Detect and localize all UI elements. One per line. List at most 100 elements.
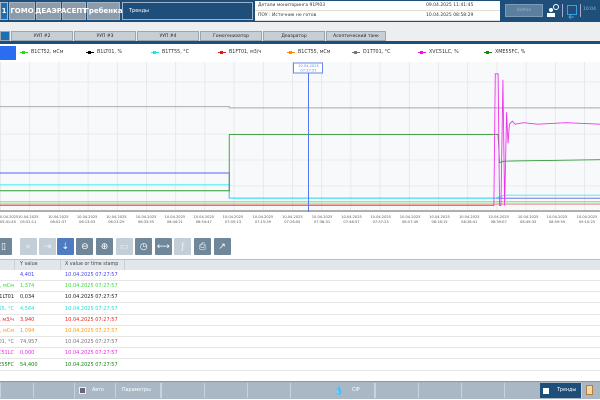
row-y-value: 0,000 bbox=[20, 350, 34, 356]
x-tick-label: 10.04.202506:23:29 bbox=[101, 215, 131, 224]
x-tick-label: 10.04.202507:36:31 bbox=[307, 215, 337, 224]
tick-time: 05:52:11 bbox=[13, 220, 43, 225]
plant-tab-1[interactable]: 1 bbox=[0, 2, 8, 20]
pause-button[interactable]: ▯ bbox=[0, 238, 12, 255]
x-tick-label: 10.04.202508:18:15 bbox=[425, 215, 455, 224]
legend-item[interactable]: B1TT55, °C bbox=[151, 50, 189, 55]
tick-time: 08:28:41 bbox=[454, 220, 484, 225]
zoom-out-button[interactable]: ⊖ bbox=[76, 238, 93, 255]
skip-end-button[interactable]: ⇥ bbox=[39, 238, 56, 255]
table-row[interactable]: D1TT01, °C74,95710.04.2025 07:27:57 bbox=[0, 337, 600, 348]
tick-time: 07:05:13 bbox=[218, 220, 248, 225]
user-button[interactable]: Admin bbox=[505, 4, 543, 17]
legend-item[interactable]: XME55FC, % bbox=[484, 50, 525, 55]
users-icon[interactable] bbox=[546, 3, 560, 18]
logout-icon[interactable] bbox=[567, 5, 577, 15]
fast-forward-button[interactable]: » bbox=[20, 238, 37, 255]
info-time: 10.04.2025 08:58:29 bbox=[426, 13, 498, 18]
auto-button[interactable]: Авто bbox=[75, 383, 116, 398]
legend-marker-icon bbox=[218, 52, 226, 53]
tab-homogenizer[interactable]: Гомогенизатор bbox=[200, 31, 262, 41]
info-row: Детали мониторинга 91PI0309.04.2025 11:4… bbox=[255, 1, 500, 11]
table-row[interactable]: B1TT55, °C4,56410.04.2025 07:27:57 bbox=[0, 304, 600, 315]
tick-time: 07:26:05 bbox=[277, 220, 307, 225]
range-button[interactable]: ⟷ bbox=[155, 238, 172, 255]
export-button[interactable]: ↗ bbox=[214, 238, 231, 255]
print-icon: ⎙ bbox=[199, 242, 206, 252]
tab-uup1[interactable] bbox=[0, 31, 10, 41]
zoom-fit-icon: ▭ bbox=[120, 242, 129, 252]
tick-time: 06:44:21 bbox=[160, 220, 190, 225]
tab-aseptic-tank[interactable]: Асептический танк bbox=[326, 31, 386, 41]
plant-tab-gomo[interactable]: ГОМО bbox=[9, 2, 35, 20]
table-row[interactable]: XME55FC, %54,40010.04.2025 07:27:57 bbox=[0, 360, 600, 371]
x-tick-label: 10.04.202508:39:07 bbox=[484, 215, 514, 224]
auto-label: Авто bbox=[92, 388, 104, 393]
row-x-value: 10.04.2025 07:27:57 bbox=[65, 272, 118, 278]
plant-tab-deaer[interactable]: ДЕАЭР bbox=[36, 2, 61, 20]
table-row[interactable]: B1LT01, %0,03410.04.2025 07:27:57 bbox=[0, 292, 600, 303]
zoom-fit-button[interactable]: ▭ bbox=[116, 238, 133, 255]
x-tick-label: 10.04.202506:54:47 bbox=[189, 215, 219, 224]
tick-time: 06:02:37 bbox=[43, 220, 73, 225]
row-name: B1TT55, °C bbox=[0, 306, 14, 312]
x-tick-label: 10.04.202507:15:39 bbox=[248, 215, 278, 224]
cip-button[interactable]: 💧CIP bbox=[330, 383, 375, 398]
bar-divider bbox=[375, 383, 376, 398]
tab-uup2[interactable]: УУП #2 bbox=[11, 31, 73, 41]
row-y-value: 3,940 bbox=[20, 317, 34, 323]
row-x-value: 10.04.2025 07:27:57 bbox=[65, 306, 118, 312]
formula-icon: ƒ bbox=[181, 242, 184, 252]
x-tick-label: 10.04.202506:02:37 bbox=[43, 215, 73, 224]
table-row[interactable]: B1FT01, м3/ч3,94010.04.2025 07:27:57 bbox=[0, 315, 600, 326]
legend-item[interactable]: D1TT01, °C bbox=[352, 50, 390, 55]
legend-item[interactable]: B1FT01, м3/ч bbox=[218, 50, 261, 55]
info-text: ПОУ : Источник не готов bbox=[258, 13, 316, 18]
tick-time: 07:15:39 bbox=[248, 220, 278, 225]
tick-date: 10.04.2025 bbox=[572, 215, 600, 220]
params-label: Параметры bbox=[122, 388, 151, 393]
clock-text: 10:04 bbox=[583, 7, 596, 12]
fan-icon bbox=[79, 387, 86, 394]
tick-time: 08:49:33 bbox=[513, 220, 543, 225]
legend-item[interactable]: B1CT52, мСм bbox=[20, 50, 63, 55]
table-row[interactable]: B1CT52, мСм1,37410.04.2025 07:27:57 bbox=[0, 281, 600, 292]
row-name: XME55FC, % bbox=[0, 362, 14, 368]
legend-series-blue[interactable] bbox=[0, 46, 16, 60]
tab-uup4[interactable]: УУП #4 bbox=[137, 31, 199, 41]
row-name: B1FT01, м3/ч bbox=[0, 317, 14, 323]
tab-uup3[interactable]: УУП #3 bbox=[74, 31, 136, 41]
tick-time: 06:33:55 bbox=[131, 220, 161, 225]
water-drop-icon: 💧 bbox=[334, 386, 344, 395]
ruler-button[interactable]: ⇣ bbox=[57, 238, 74, 255]
print-button[interactable]: ⎙ bbox=[194, 238, 211, 255]
trends-label: Тренды bbox=[557, 388, 576, 393]
table-row[interactable]: XVC51LC, %0,00010.04.2025 07:27:57 bbox=[0, 348, 600, 359]
legend-item[interactable]: B1LT01, % bbox=[86, 50, 122, 55]
tick-time: 08:07:49 bbox=[395, 220, 425, 225]
legend-label: B1CT55, мСм bbox=[298, 50, 330, 55]
legend-marker-icon bbox=[86, 52, 94, 53]
trend-chart[interactable]: 10.04.202507:27:57 bbox=[0, 62, 600, 212]
bar-divider bbox=[33, 383, 34, 398]
plant-tab-asept[interactable]: АСЕПТ bbox=[62, 2, 86, 20]
params-button[interactable]: Параметры bbox=[117, 383, 161, 398]
trends-button[interactable]: Тренды bbox=[540, 383, 582, 398]
zoom-in-button[interactable]: ⊕ bbox=[96, 238, 113, 255]
plant-tab-grebenka[interactable]: Гребенка bbox=[87, 2, 120, 20]
clock-button[interactable]: ◷ bbox=[135, 238, 152, 255]
ruler-icon: ⇣ bbox=[62, 242, 70, 252]
tab-deaerator[interactable]: Деаэратор bbox=[263, 31, 325, 41]
clipboard-icon[interactable] bbox=[586, 385, 593, 395]
bar-divider bbox=[418, 383, 419, 398]
row-y-value: 1,374 bbox=[20, 283, 34, 289]
panel-title-text: Тренды bbox=[129, 8, 149, 14]
table-row[interactable]: B1CT55, мСм1,09410.04.2025 07:27:57 bbox=[0, 326, 600, 337]
legend-item[interactable]: B1CT55, мСм bbox=[287, 50, 330, 55]
legend-marker-icon bbox=[20, 52, 28, 53]
legend-item[interactable]: XVC51LC, % bbox=[418, 50, 459, 55]
divider bbox=[580, 4, 581, 17]
formula-button[interactable]: ƒ bbox=[174, 238, 191, 255]
row-y-value: 74,957 bbox=[20, 339, 38, 345]
table-row[interactable]: 4,40110.04.2025 07:27:57 bbox=[0, 270, 600, 281]
